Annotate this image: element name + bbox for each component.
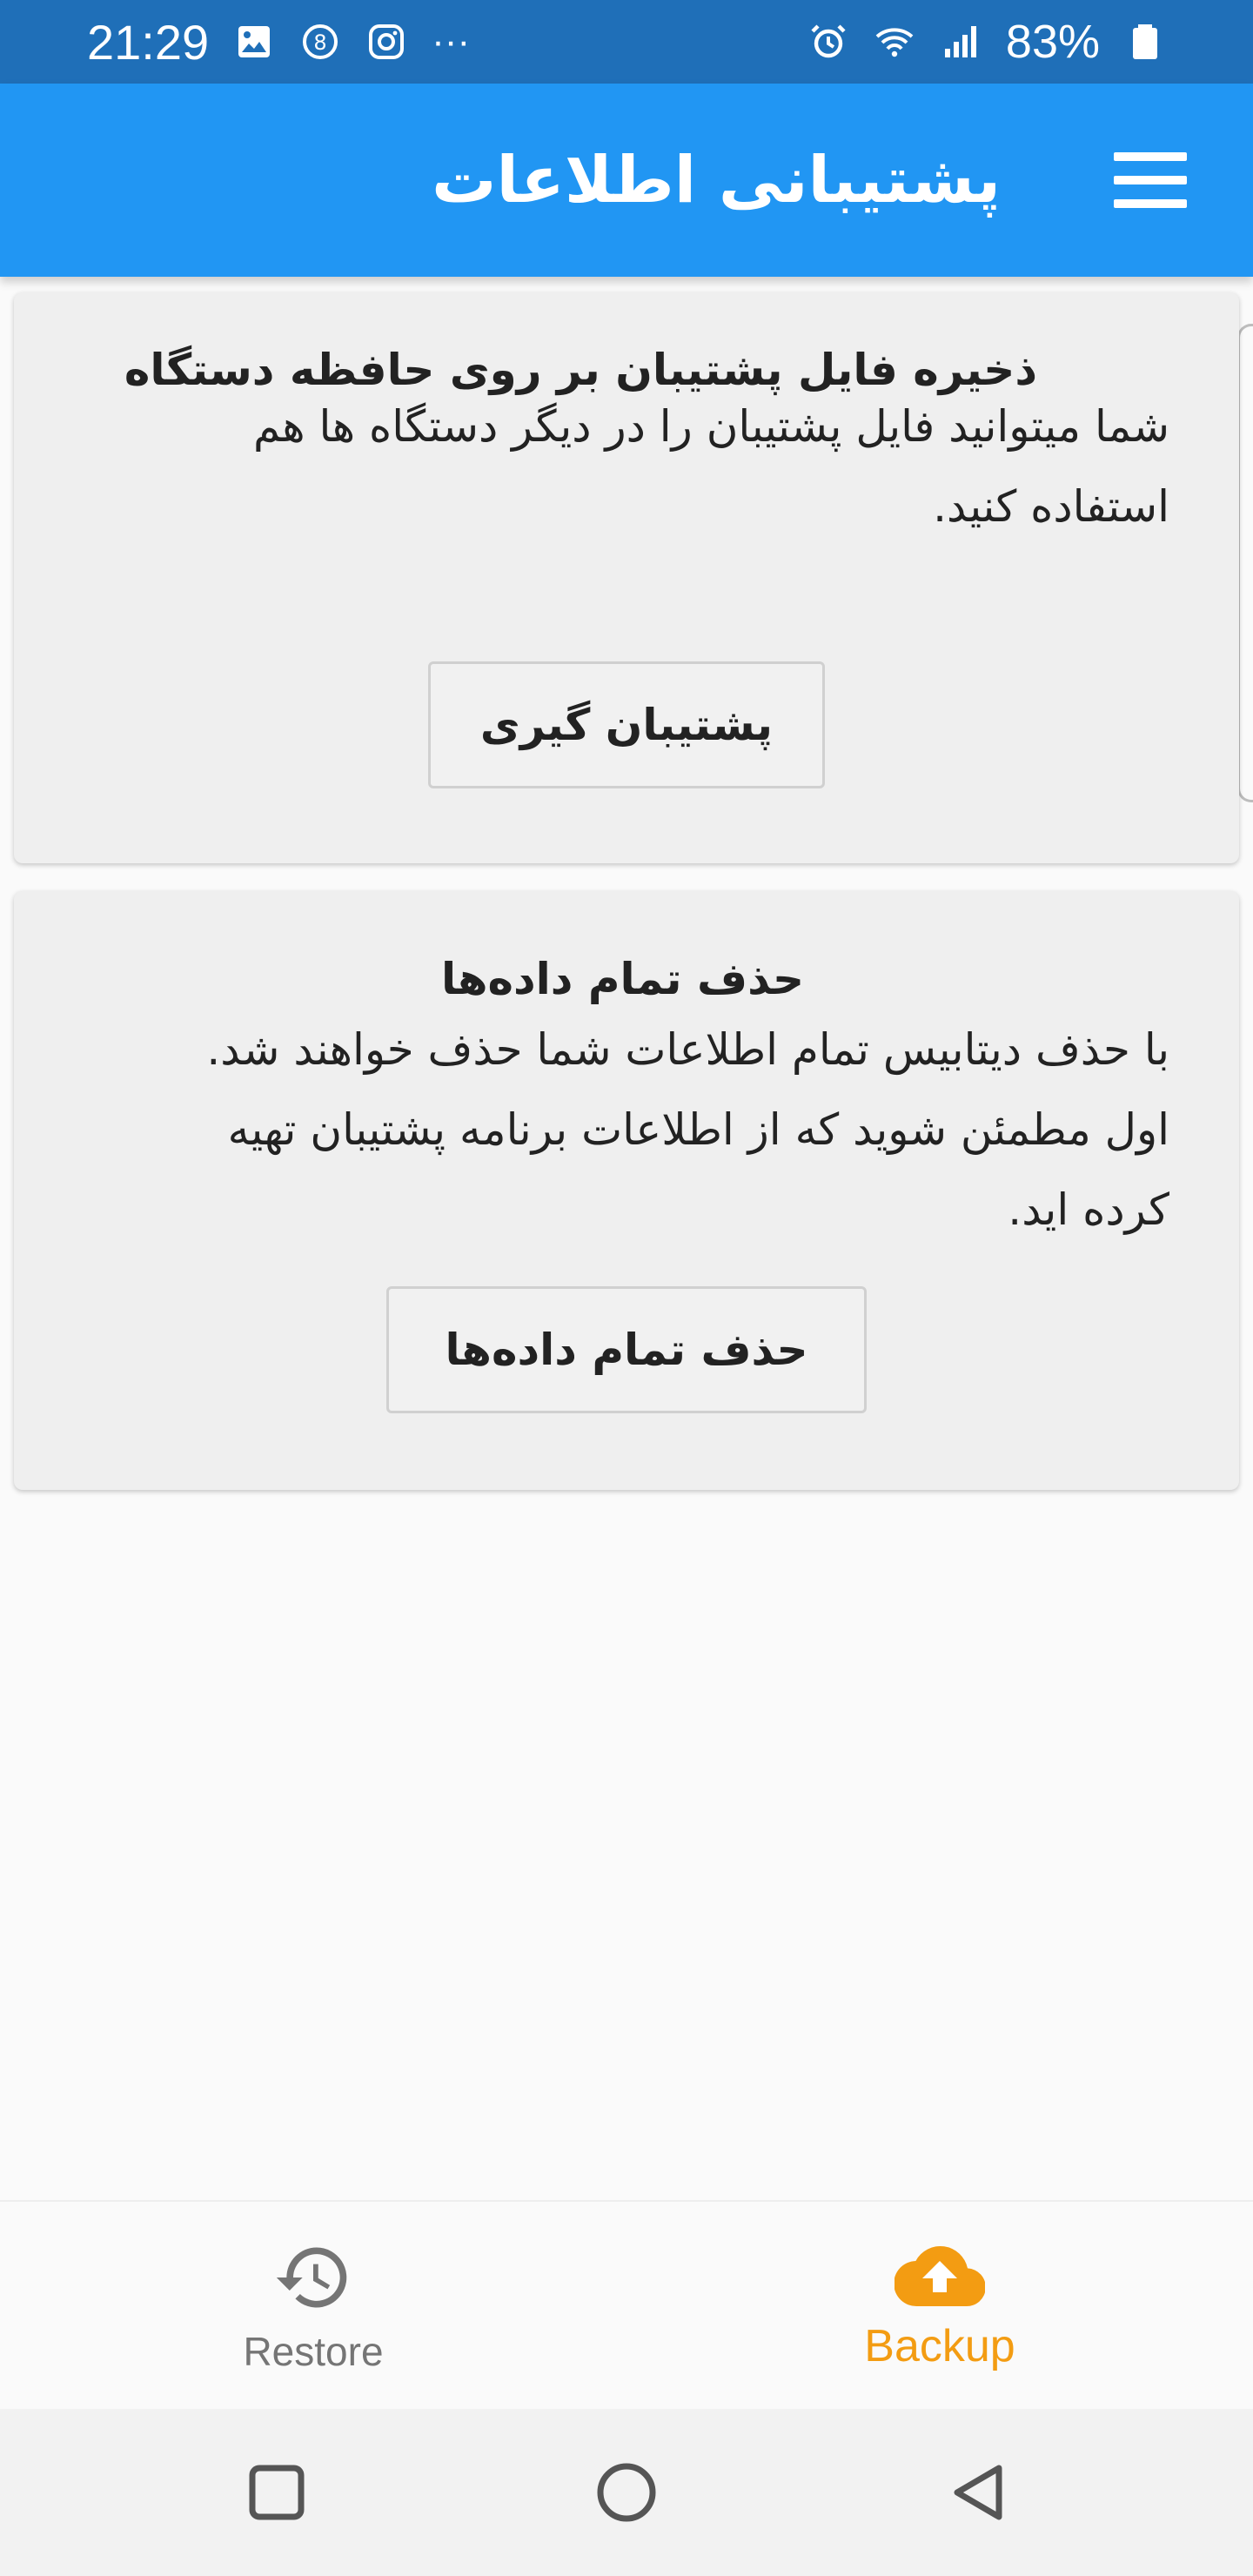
delete-card-title: حذف تمام داده‌ها	[441, 954, 804, 1004]
delete-all-data-button[interactable]: حذف تمام داده‌ها	[386, 1286, 867, 1413]
history-icon	[276, 2247, 347, 2308]
backup-card: ذخیره فایل پشتیبان بر روی حافظه دستگاه ش…	[14, 292, 1239, 863]
cloud-upload-icon	[895, 2246, 985, 2307]
status-bar: 21:29 8 ··· 83%	[0, 0, 1253, 84]
recent-apps-icon[interactable]	[242, 2458, 312, 2527]
battery-icon	[1133, 24, 1157, 59]
instagram-icon	[369, 24, 405, 59]
gallery-icon	[238, 26, 271, 57]
menu-icon-bar	[1114, 199, 1187, 208]
app-bar: پشتیبانی اطلاعات	[0, 84, 1253, 277]
tab-restore-label: Restore	[243, 2329, 384, 2374]
page-title: پشتیبانی اطلاعات	[432, 143, 1001, 218]
svg-text:8: 8	[314, 30, 327, 55]
menu-icon-bar	[1114, 176, 1187, 184]
backup-button[interactable]: پشتیبان گیری	[428, 661, 825, 788]
status-left: 21:29 8 ···	[87, 14, 470, 70]
status-time: 21:29	[87, 14, 210, 70]
back-icon[interactable]	[943, 2458, 1013, 2527]
bottom-navigation: Restore Backup	[0, 2200, 1253, 2409]
sync-icon: 8	[303, 24, 338, 59]
backup-card-description: شما میتوانید فایل پشتیبان را در دیگر دست…	[252, 401, 1169, 532]
home-icon[interactable]	[592, 2458, 661, 2527]
edge-panel-handle[interactable]	[1237, 324, 1253, 802]
menu-button[interactable]	[1114, 152, 1187, 208]
battery-percent: 83%	[1005, 16, 1100, 68]
delete-card-description: با حذف دیتابیس تمام اطلاعات شما حذف خواه…	[206, 1024, 1169, 1235]
tab-backup[interactable]: Backup	[626, 2202, 1253, 2411]
menu-icon-bar	[1114, 152, 1187, 161]
status-right: 83%	[807, 15, 1166, 69]
more-notifications-icon: ···	[432, 20, 471, 63]
wifi-icon	[875, 28, 914, 57]
system-navigation-bar	[0, 2409, 1253, 2576]
tab-backup-label: Backup	[864, 2321, 1015, 2371]
signal-icon	[944, 26, 976, 57]
delete-card: حذف تمام داده‌ها با حذف دیتابیس تمام اطل…	[14, 891, 1239, 1490]
alarm-icon	[811, 24, 846, 58]
tab-restore[interactable]: Restore	[0, 2202, 626, 2411]
